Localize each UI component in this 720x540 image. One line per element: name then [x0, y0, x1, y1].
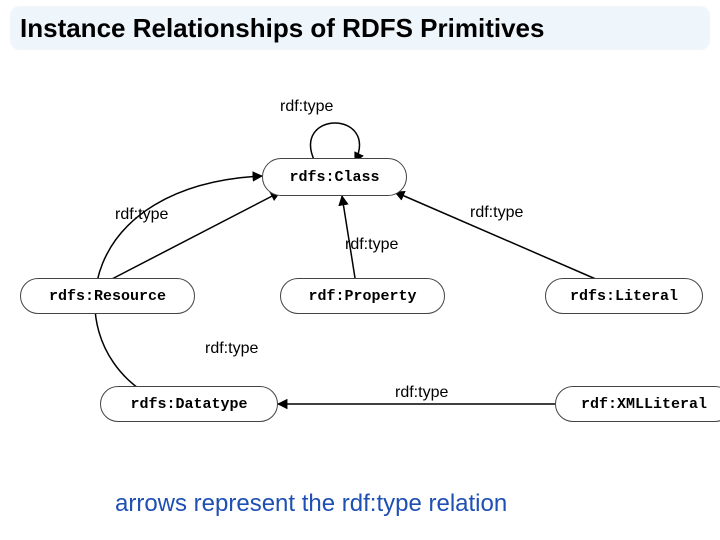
node-rdfs-class: rdfs:Class — [262, 158, 407, 196]
node-rdfs-resource: rdfs:Resource — [20, 278, 195, 314]
edge-label-resource: rdf:type — [115, 206, 168, 224]
diagram-caption: arrows represent the rdf:type relation — [115, 490, 507, 518]
node-label: rdfs:Class — [289, 169, 379, 186]
edge-label-property: rdf:type — [345, 236, 398, 254]
node-label: rdfs:Resource — [49, 288, 166, 305]
node-rdf-property: rdf:Property — [280, 278, 445, 314]
edge-class-self — [311, 123, 360, 162]
edge-label-datatype: rdf:type — [205, 340, 258, 358]
node-rdfs-datatype: rdfs:Datatype — [100, 386, 278, 422]
edge-label-class-self: rdf:type — [280, 98, 333, 116]
node-rdfs-literal: rdfs:Literal — [545, 278, 703, 314]
node-label: rdfs:Datatype — [130, 396, 247, 413]
node-label: rdf:Property — [308, 288, 416, 305]
edge-label-literal: rdf:type — [470, 204, 523, 222]
diagram-edges-layer — [0, 0, 720, 540]
node-rdf-xmlliteral: rdf:XMLLiteral — [555, 386, 720, 422]
edge-label-xmlliteral: rdf:type — [395, 384, 448, 402]
node-label: rdf:XMLLiteral — [581, 396, 707, 413]
node-label: rdfs:Literal — [570, 288, 678, 305]
